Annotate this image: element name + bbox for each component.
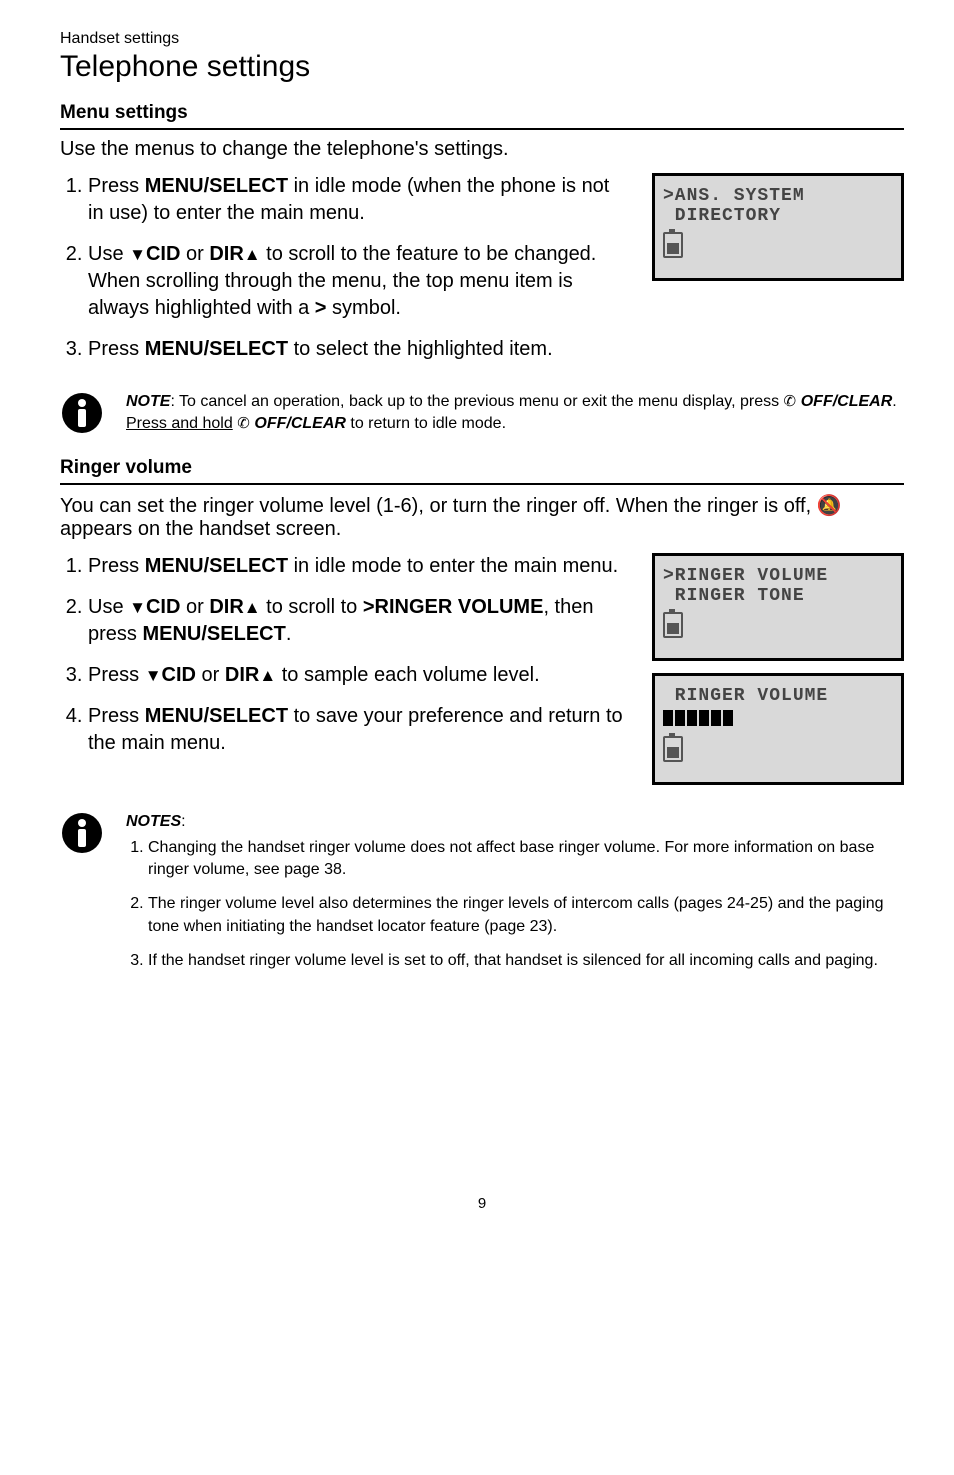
note-item: Changing the handset ringer volume does … bbox=[148, 837, 904, 882]
notes-text: NOTES: Changing the handset ringer volum… bbox=[126, 811, 904, 985]
steps-list: Press MENU/SELECT in idle mode to enter … bbox=[60, 553, 624, 771]
volume-bars-icon bbox=[663, 710, 893, 726]
info-icon bbox=[60, 811, 104, 855]
up-triangle-icon bbox=[244, 596, 261, 618]
step-item: Use CID or DIR to scroll to >RINGER VOLU… bbox=[88, 594, 624, 648]
note-item: The ringer volume level also determines … bbox=[148, 893, 904, 938]
section-lead: You can set the ringer volume level (1-6… bbox=[60, 493, 904, 541]
down-triangle-icon bbox=[145, 664, 162, 686]
phone-icon bbox=[237, 415, 250, 432]
step-item: Press MENU/SELECT in idle mode (when the… bbox=[88, 173, 624, 227]
section-lead: Use the menus to change the telephone's … bbox=[60, 138, 904, 161]
down-triangle-icon bbox=[129, 596, 146, 618]
step-item: Press MENU/SELECT to select the highligh… bbox=[88, 336, 624, 363]
lcd-screen-ringer-level: RINGER VOLUME bbox=[652, 673, 904, 785]
note-item: If the handset ringer volume level is se… bbox=[148, 950, 904, 972]
ringer-off-icon bbox=[817, 495, 842, 517]
section-heading-menu-settings: Menu settings bbox=[60, 102, 904, 130]
step-item: Press CID or DIR to sample each volume l… bbox=[88, 662, 624, 689]
up-triangle-icon bbox=[259, 664, 276, 686]
lcd-line: DIRECTORY bbox=[663, 206, 893, 226]
battery-icon bbox=[663, 612, 683, 638]
battery-icon bbox=[663, 232, 683, 258]
lcd-screen-main-menu: >ANS. SYSTEM DIRECTORY bbox=[652, 173, 904, 281]
note-text: NOTE: To cancel an operation, back up to… bbox=[126, 391, 904, 434]
lcd-line: >RINGER VOLUME bbox=[663, 566, 893, 586]
page-title: Telephone settings bbox=[60, 50, 904, 84]
step-item: Press MENU/SELECT in idle mode to enter … bbox=[88, 553, 624, 580]
notes-list: Changing the handset ringer volume does … bbox=[126, 837, 904, 973]
step-item: Press MENU/SELECT to save your preferenc… bbox=[88, 703, 624, 757]
steps-list: Press MENU/SELECT in idle mode (when the… bbox=[60, 173, 624, 377]
section-heading-ringer-volume: Ringer volume bbox=[60, 457, 904, 485]
lcd-line: RINGER TONE bbox=[663, 586, 893, 606]
step-item: Use CID or DIR to scroll to the feature … bbox=[88, 241, 624, 322]
info-icon bbox=[60, 391, 104, 435]
breadcrumb: Handset settings bbox=[60, 30, 904, 48]
page-number: 9 bbox=[60, 1195, 904, 1212]
phone-icon bbox=[784, 393, 797, 410]
lcd-line: RINGER VOLUME bbox=[663, 686, 893, 706]
up-triangle-icon bbox=[244, 243, 261, 265]
lcd-screen-ringer-menu: >RINGER VOLUME RINGER TONE bbox=[652, 553, 904, 661]
lcd-line: >ANS. SYSTEM bbox=[663, 186, 893, 206]
battery-icon bbox=[663, 736, 683, 762]
down-triangle-icon bbox=[129, 243, 146, 265]
